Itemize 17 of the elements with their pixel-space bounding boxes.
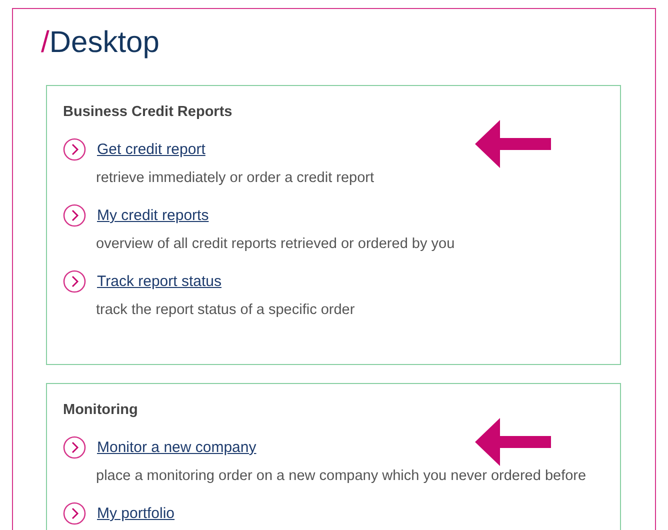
page-title: /Desktop: [41, 25, 160, 61]
link-description: retrieve immediately or order a credit report: [96, 170, 374, 186]
nav-link[interactable]: My credit reports: [97, 207, 209, 224]
panel-heading: Business Credit Reports: [63, 104, 232, 120]
chevron-circle-icon[interactable]: [63, 138, 86, 161]
nav-link[interactable]: Track report status: [97, 273, 222, 290]
link-description: track the report status of a specific order: [96, 302, 355, 318]
nav-link[interactable]: My portfolio: [97, 505, 175, 522]
chevron-circle-icon[interactable]: [63, 436, 86, 459]
chevron-circle-icon[interactable]: [63, 204, 86, 227]
panel-heading: Monitoring: [63, 402, 138, 418]
link-description: place a monitoring order on a new company which you never ordered before: [96, 468, 586, 484]
link-description: overview of all credit reports retrieved or ordered by you: [96, 236, 455, 252]
chevron-circle-icon[interactable]: [63, 502, 86, 525]
nav-link[interactable]: Get credit report: [97, 141, 206, 158]
nav-link[interactable]: Monitor a new company: [97, 439, 256, 456]
chevron-circle-icon[interactable]: [63, 270, 86, 293]
